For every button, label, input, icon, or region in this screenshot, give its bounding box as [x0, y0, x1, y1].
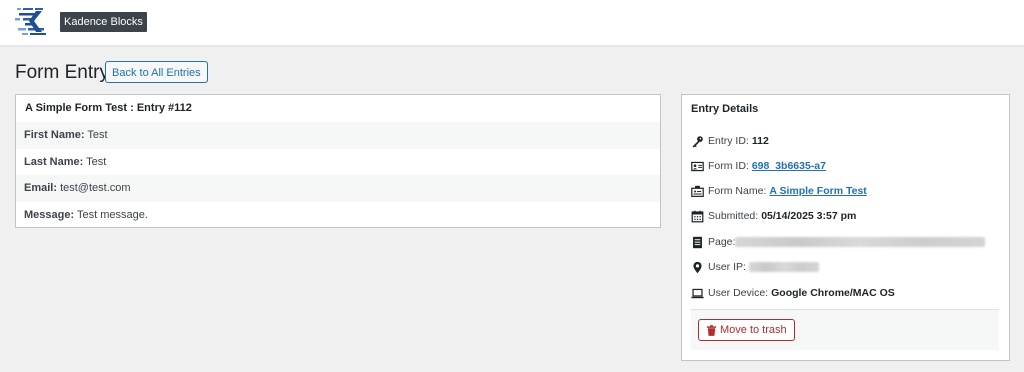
field-row-email: Email: test@test.com [16, 175, 660, 202]
laptop-icon [691, 288, 704, 298]
redacted-ip [748, 262, 819, 272]
field-row-first-name: First Name: Test [16, 122, 660, 149]
move-to-trash-button[interactable]: Move to trash [698, 319, 795, 341]
redacted-page-url [735, 237, 986, 247]
form-id-link[interactable]: 698_3b6635-a7 [752, 158, 826, 174]
trash-button-label: Move to trash [720, 324, 787, 336]
location-pin-icon [693, 261, 702, 273]
kadence-logo-icon[interactable] [14, 6, 50, 38]
detail-page: Page: [691, 234, 986, 250]
detail-label: User Device: [708, 287, 769, 299]
field-value: Test [87, 129, 108, 141]
submitted-value: 05/14/2025 3:57 pm [761, 210, 857, 222]
field-label: First Name: [24, 129, 85, 141]
details-title: Entry Details [691, 103, 759, 115]
field-label: Last Name: [24, 155, 84, 168]
page-icon [693, 236, 702, 248]
back-to-entries-button[interactable]: Back to All Entries [105, 61, 208, 83]
field-label: Message: [24, 208, 75, 221]
trash-icon [706, 324, 717, 336]
field-row-message: Message: Test message. [16, 202, 660, 229]
detail-user-ip: User IP: [691, 259, 819, 275]
detail-form-name: Form Name: A Simple Form Test [691, 183, 867, 199]
form-icon [691, 185, 704, 197]
user-device-value: Google Chrome/MAC OS [771, 287, 895, 299]
detail-label: Form ID: [708, 160, 749, 172]
form-name-link[interactable]: A Simple Form Test [769, 183, 866, 199]
entry-id-value: 112 [751, 135, 769, 147]
top-bar: Kadence Blocks [0, 0, 1024, 46]
detail-entry-id: Entry ID: 112 [691, 133, 769, 149]
calendar-icon [691, 210, 704, 222]
detail-form-id: Form ID: 698_3b6635-a7 [691, 158, 826, 174]
detail-label: Entry ID: [708, 135, 749, 147]
detail-user-device: User Device: Google Chrome/MAC OS [691, 285, 895, 301]
field-label: Email: [24, 182, 58, 194]
key-icon [692, 135, 703, 148]
detail-label: Form Name: [708, 185, 767, 197]
brand-badge: Kadence Blocks [60, 12, 147, 32]
detail-label: Page: [708, 236, 736, 248]
details-actions: Move to trash [691, 309, 999, 350]
entry-title: A Simple Form Test : Entry #112 [25, 102, 192, 114]
id-card-icon [691, 161, 704, 171]
detail-label: Submitted: [708, 210, 759, 222]
field-value: Test message. [77, 208, 148, 221]
field-row-last-name: Last Name: Test [16, 149, 660, 176]
detail-label: User IP: [708, 261, 746, 273]
page-title: Form Entry [15, 62, 109, 83]
field-value: Test [86, 155, 107, 168]
field-value: test@test.com [60, 182, 131, 194]
detail-submitted: Submitted: 05/14/2025 3:57 pm [691, 208, 856, 224]
entry-card: A Simple Form Test : Entry #112 First Na… [15, 94, 661, 228]
entry-details-card: Entry Details Entry ID: 112 Form ID: 698… [681, 94, 1010, 361]
